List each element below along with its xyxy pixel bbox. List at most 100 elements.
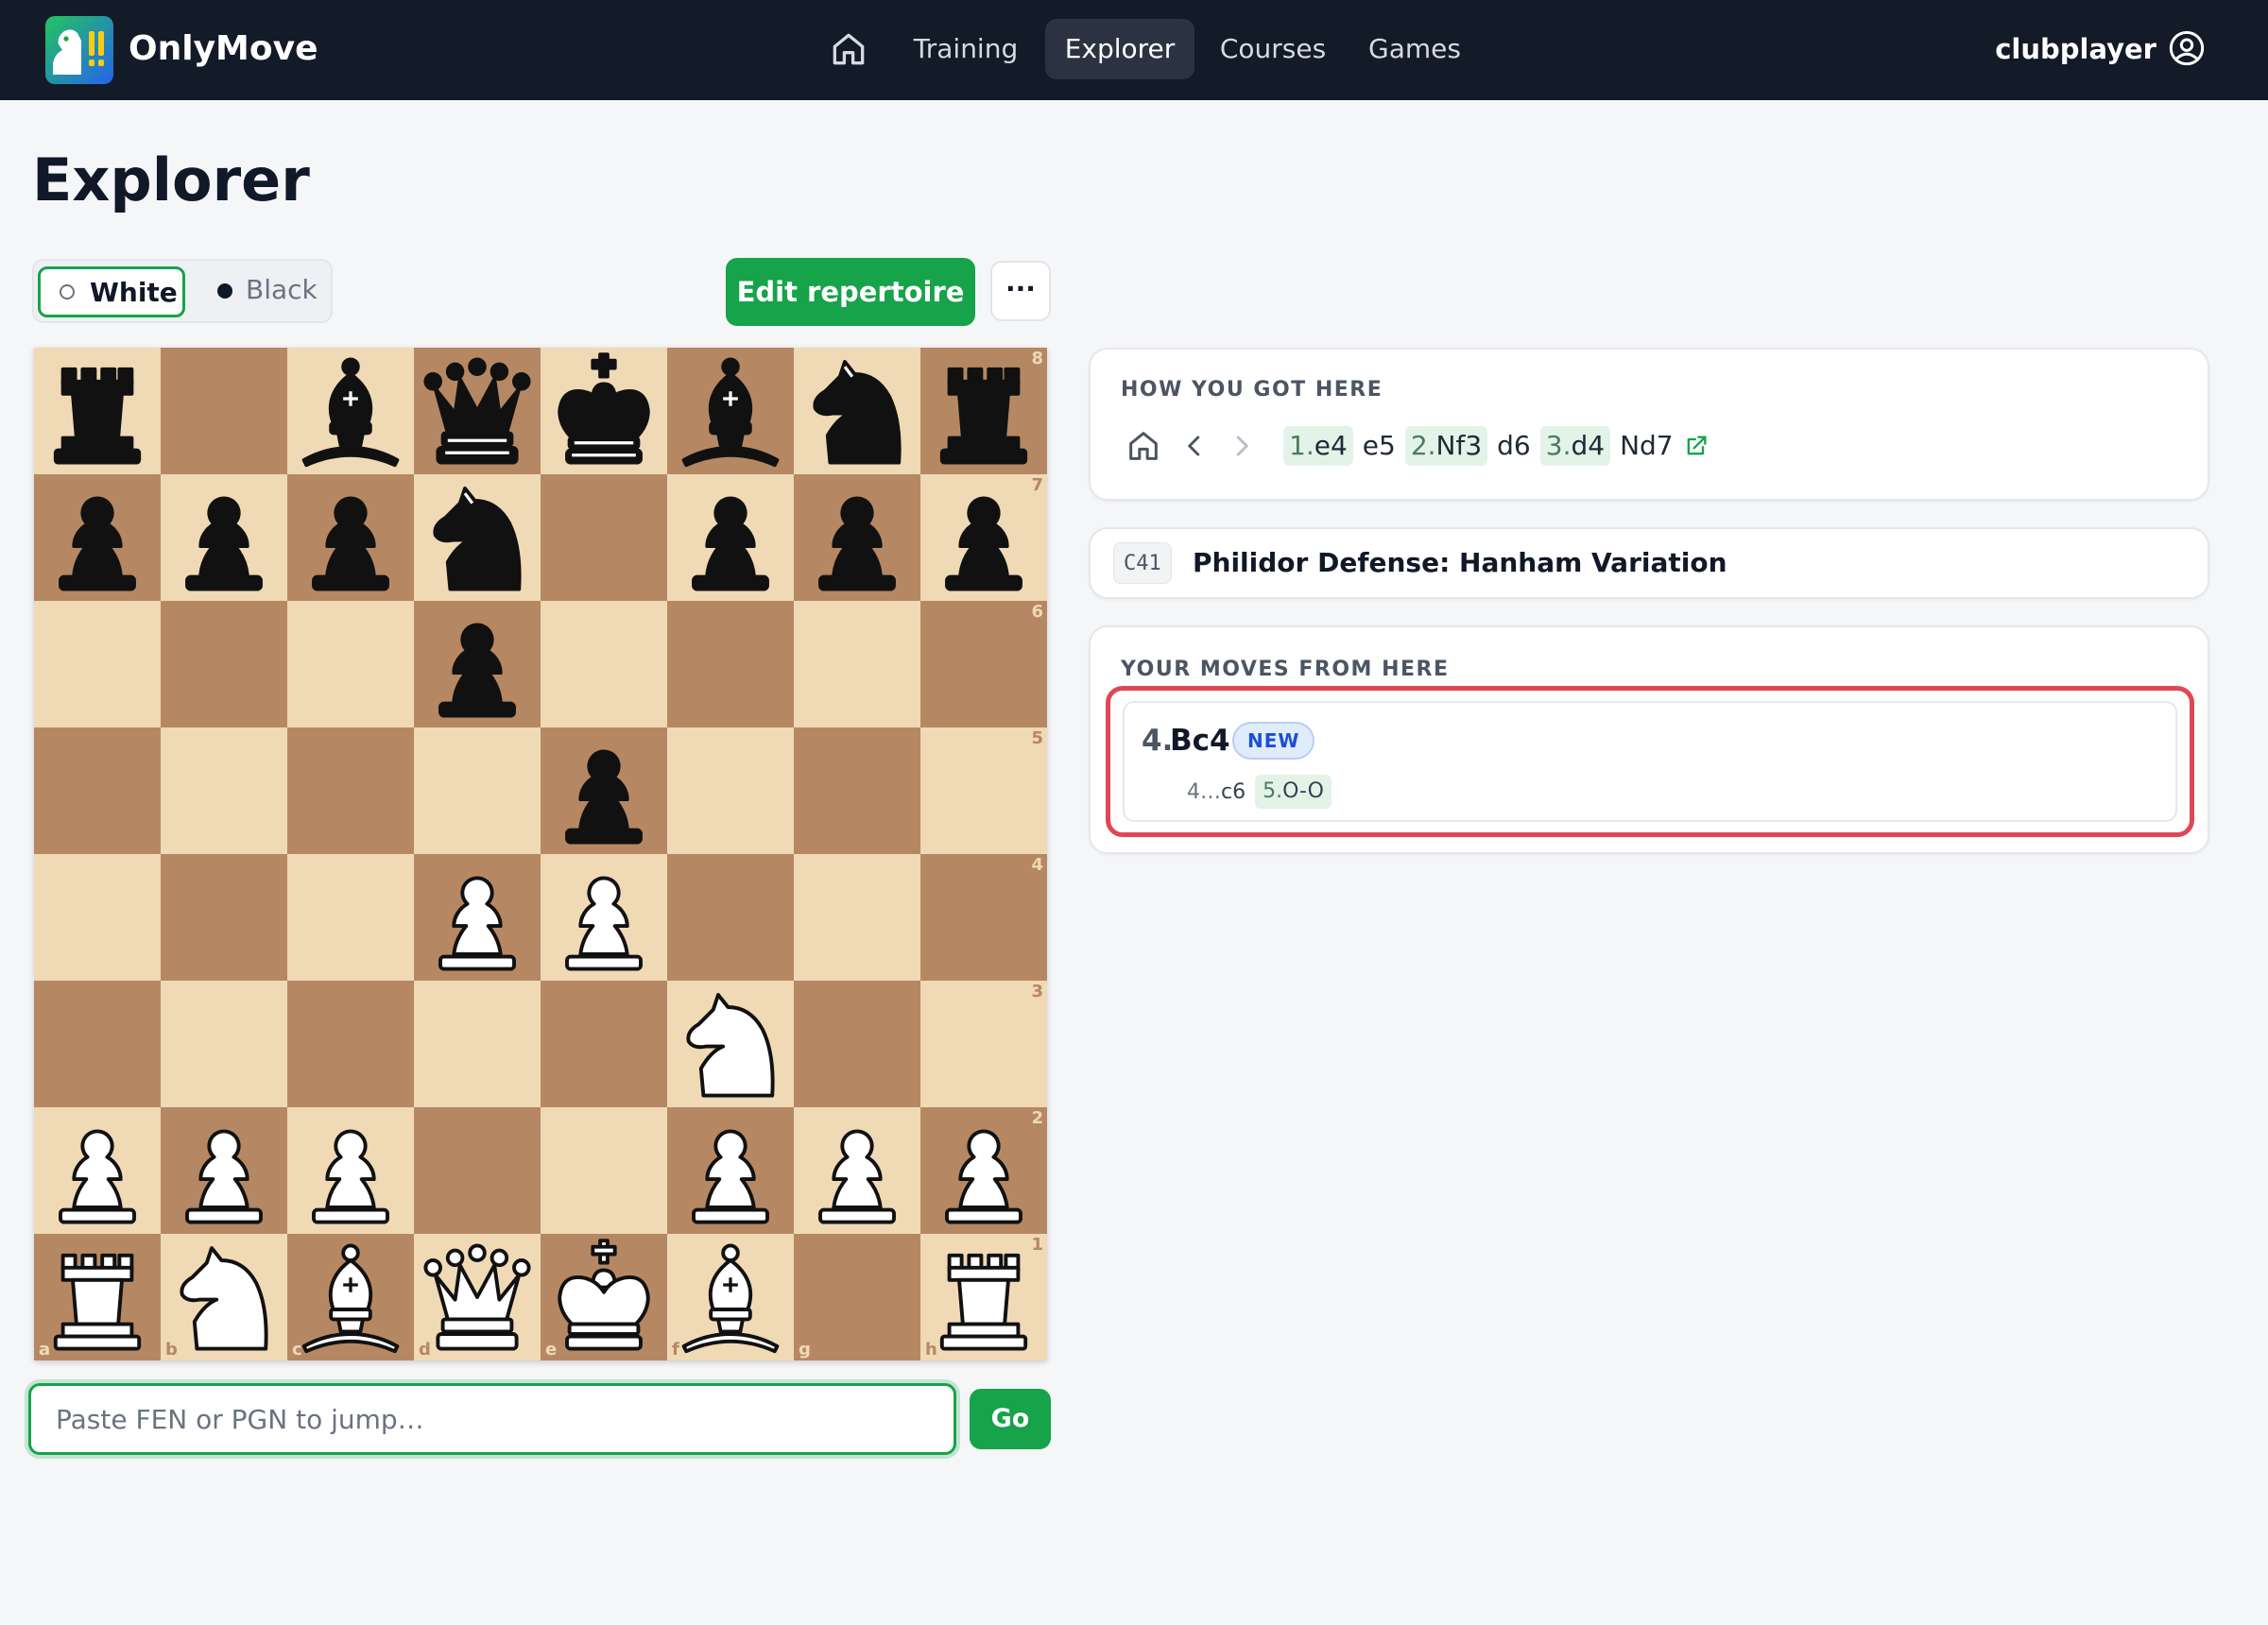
square-e7[interactable] — [541, 474, 667, 601]
white-pawn-icon[interactable] — [669, 1109, 792, 1232]
square-b8[interactable] — [161, 348, 287, 474]
square-d7[interactable] — [414, 474, 541, 601]
white-pawn-icon[interactable] — [36, 1109, 159, 1232]
black-bishop-icon[interactable] — [669, 350, 792, 472]
square-h5[interactable]: 5 — [920, 727, 1047, 854]
square-f7[interactable] — [667, 474, 794, 601]
continuation-move-1[interactable]: 4…c6 — [1187, 780, 1246, 804]
square-d1[interactable]: d — [414, 1234, 541, 1360]
square-f8[interactable] — [667, 348, 794, 474]
white-king-icon[interactable] — [542, 1236, 665, 1359]
square-c5[interactable] — [287, 727, 414, 854]
square-e5[interactable] — [541, 727, 667, 854]
square-h1[interactable]: 1h — [920, 1234, 1047, 1360]
square-g7[interactable] — [794, 474, 920, 601]
white-pawn-icon[interactable] — [289, 1109, 412, 1232]
app-name[interactable]: OnlyMove — [129, 21, 318, 77]
square-b5[interactable] — [161, 727, 287, 854]
home-icon[interactable] — [828, 28, 869, 70]
white-bishop-icon[interactable] — [289, 1236, 412, 1359]
onlymove-logo-icon[interactable] — [45, 16, 113, 84]
path-move-1[interactable]: 1.e4 — [1283, 426, 1353, 466]
square-g4[interactable] — [794, 854, 920, 981]
square-d6[interactable] — [414, 601, 541, 727]
square-a1[interactable]: a — [34, 1234, 161, 1360]
black-pawn-icon[interactable] — [922, 476, 1045, 599]
path-move-5[interactable]: 3.d4 — [1539, 426, 1611, 466]
square-g6[interactable] — [794, 601, 920, 727]
black-king-icon[interactable] — [542, 350, 665, 472]
square-e6[interactable] — [541, 601, 667, 727]
square-f1[interactable]: f — [667, 1234, 794, 1360]
square-a5[interactable] — [34, 727, 161, 854]
path-move-2[interactable]: e5 — [1357, 426, 1401, 466]
black-pawn-icon[interactable] — [289, 476, 412, 599]
square-e1[interactable]: e — [541, 1234, 667, 1360]
black-pawn-icon[interactable] — [36, 476, 159, 599]
square-h6[interactable]: 6 — [920, 601, 1047, 727]
square-d4[interactable] — [414, 854, 541, 981]
square-g1[interactable]: g — [794, 1234, 920, 1360]
square-a6[interactable] — [34, 601, 161, 727]
square-b2[interactable] — [161, 1107, 287, 1234]
square-c7[interactable] — [287, 474, 414, 601]
nav-courses[interactable]: Courses — [1208, 19, 1338, 79]
edit-repertoire-button[interactable]: Edit repertoire — [726, 258, 975, 326]
square-g5[interactable] — [794, 727, 920, 854]
black-pawn-icon[interactable] — [542, 729, 665, 852]
fen-pgn-input[interactable] — [28, 1383, 956, 1455]
square-f5[interactable] — [667, 727, 794, 854]
black-rook-icon[interactable] — [922, 350, 1045, 472]
path-move-3[interactable]: 2.Nf3 — [1404, 426, 1488, 466]
square-c4[interactable] — [287, 854, 414, 981]
black-bishop-icon[interactable] — [289, 350, 412, 472]
path-move-4[interactable]: d6 — [1491, 426, 1537, 466]
white-pawn-icon[interactable] — [796, 1109, 919, 1232]
chevron-left-icon[interactable] — [1177, 429, 1211, 463]
white-pawn-icon[interactable] — [542, 856, 665, 979]
black-rook-icon[interactable] — [36, 350, 159, 472]
nav-games[interactable]: Games — [1357, 19, 1472, 79]
chess-board[interactable]: 876 5 4 3 2 abcdefg 1h — [34, 348, 1047, 1360]
square-a4[interactable] — [34, 854, 161, 981]
white-queen-icon[interactable] — [416, 1236, 539, 1359]
path-home-icon[interactable] — [1125, 427, 1162, 465]
white-rook-icon[interactable] — [922, 1236, 1045, 1359]
square-g3[interactable] — [794, 981, 920, 1107]
square-f3[interactable] — [667, 981, 794, 1107]
square-b7[interactable] — [161, 474, 287, 601]
square-f4[interactable] — [667, 854, 794, 981]
nav-explorer[interactable]: Explorer — [1045, 19, 1194, 79]
square-h4[interactable]: 4 — [920, 854, 1047, 981]
square-e8[interactable] — [541, 348, 667, 474]
black-pawn-icon[interactable] — [796, 476, 919, 599]
square-d8[interactable] — [414, 348, 541, 474]
square-b4[interactable] — [161, 854, 287, 981]
white-bishop-icon[interactable] — [669, 1236, 792, 1359]
black-pawn-icon[interactable] — [669, 476, 792, 599]
side-white-option[interactable]: White — [38, 266, 185, 317]
black-pawn-icon[interactable] — [416, 603, 539, 726]
user-account-icon[interactable] — [2168, 29, 2206, 67]
square-e3[interactable] — [541, 981, 667, 1107]
square-h3[interactable]: 3 — [920, 981, 1047, 1107]
square-c2[interactable] — [287, 1107, 414, 1234]
square-b1[interactable]: b — [161, 1234, 287, 1360]
square-g8[interactable] — [794, 348, 920, 474]
square-a8[interactable] — [34, 348, 161, 474]
black-pawn-icon[interactable] — [163, 476, 285, 599]
chevron-right-icon[interactable] — [1225, 429, 1259, 463]
square-f2[interactable] — [667, 1107, 794, 1234]
white-knight-icon[interactable] — [669, 983, 792, 1105]
white-pawn-icon[interactable] — [922, 1109, 1045, 1232]
more-options-button[interactable]: ··· — [990, 261, 1051, 321]
user-name[interactable]: clubplayer — [1995, 21, 2156, 77]
square-h7[interactable]: 7 — [920, 474, 1047, 601]
white-pawn-icon[interactable] — [163, 1109, 285, 1232]
square-b3[interactable] — [161, 981, 287, 1107]
path-move-6[interactable]: Nd7 — [1614, 426, 1679, 466]
square-h8[interactable]: 8 — [920, 348, 1047, 474]
square-d3[interactable] — [414, 981, 541, 1107]
square-a7[interactable] — [34, 474, 161, 601]
square-e4[interactable] — [541, 854, 667, 981]
